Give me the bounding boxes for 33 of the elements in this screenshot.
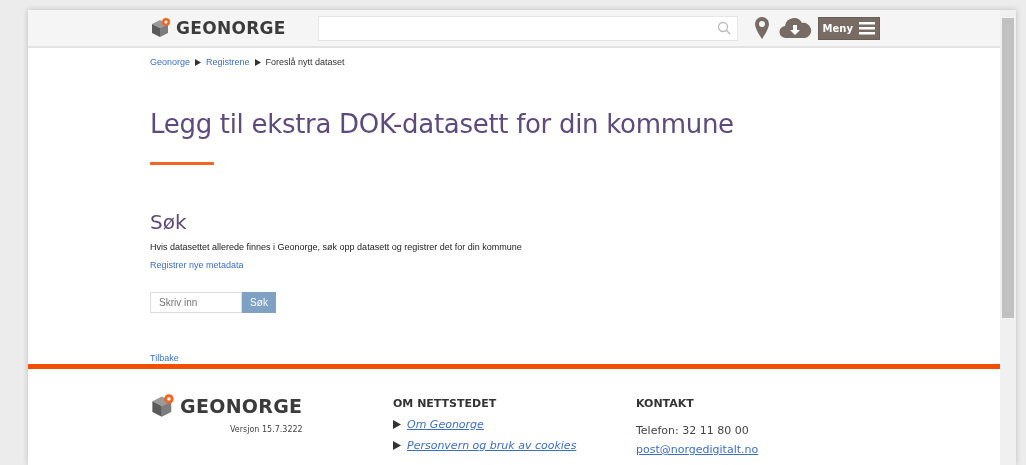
breadcrumb-separator-icon xyxy=(254,58,261,66)
logo-text: GEONORGE xyxy=(180,395,303,417)
menu-button[interactable]: Meny xyxy=(817,16,880,40)
accent-rule xyxy=(150,162,214,165)
search-icon xyxy=(716,21,731,35)
bullet-arrow-icon xyxy=(393,420,401,429)
scrollbar[interactable] xyxy=(1000,10,1016,465)
breadcrumb-link[interactable]: Registrene xyxy=(206,57,250,67)
footer-link[interactable]: Personvern og bruk av cookies xyxy=(407,439,577,452)
breadcrumb-separator-icon xyxy=(195,58,202,66)
bullet-arrow-icon xyxy=(393,441,401,450)
breadcrumb-current: Foreslå nytt dataset xyxy=(265,57,345,67)
cloud-download-icon[interactable] xyxy=(777,16,812,40)
logo-icon xyxy=(150,17,172,39)
version-text: Versjon 15.7.3222 xyxy=(230,425,304,434)
section-heading: Søk xyxy=(150,210,188,234)
register-link[interactable]: Registrer nye metadata xyxy=(150,260,244,270)
back-link[interactable]: Tilbake xyxy=(150,353,179,363)
logo-icon xyxy=(150,393,176,419)
footer-heading: OM NETTSTEDET xyxy=(393,397,498,410)
search-input[interactable]: Skriv inn xyxy=(150,292,242,313)
breadcrumb-link[interactable]: Geonorge xyxy=(150,57,191,67)
logo-text: GEONORGE xyxy=(176,18,286,38)
search-button[interactable]: Søk xyxy=(242,292,276,313)
footer-heading: KONTAKT xyxy=(636,397,694,410)
hamburger-icon xyxy=(858,21,875,35)
phone-text: Telefon: 32 11 80 00 xyxy=(636,424,749,437)
description-text: Hvis datasettet allerede finnes i Geonorge, søk opp datasett og registrer det for din kommune xyxy=(150,242,523,252)
page-title: Legg til ekstra DOK-datasett for din kommune xyxy=(150,108,735,141)
email-link[interactable]: post@norgedigitalt.no xyxy=(636,443,759,456)
footer-link[interactable]: Om Geonorge xyxy=(407,418,484,431)
map-pin-icon[interactable] xyxy=(753,16,770,40)
search-field[interactable] xyxy=(317,15,738,41)
